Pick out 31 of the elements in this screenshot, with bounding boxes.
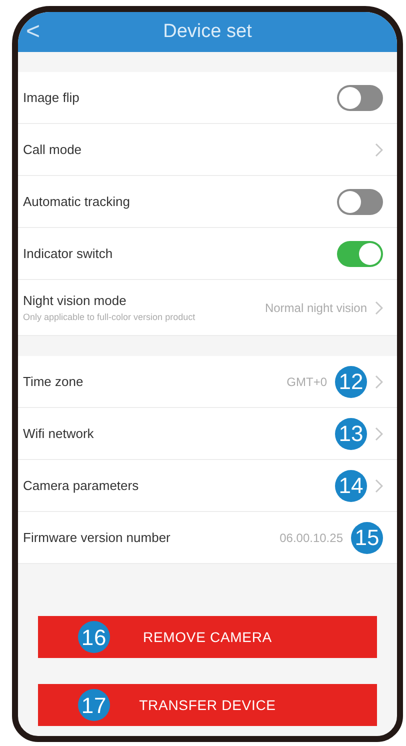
chevron-icon xyxy=(375,426,383,440)
setting-value: Normal night vision xyxy=(264,300,367,316)
action-button[interactable]: 16 REMOVE CAMERA xyxy=(38,616,377,658)
header-title: Device set xyxy=(163,20,252,44)
callout-marker: 13 xyxy=(335,418,367,450)
setting-label: Wifi network xyxy=(23,424,95,443)
chevron-icon xyxy=(375,478,383,492)
setting-label: Firmware version number xyxy=(23,528,172,547)
setting-value: 06.00.10.25 xyxy=(280,530,343,546)
toggle-switch[interactable] xyxy=(337,240,383,266)
setting-value: GMT+0 xyxy=(286,374,327,390)
callout-marker: 16 xyxy=(78,621,110,653)
toggle-switch[interactable] xyxy=(337,84,383,110)
setting-note: Only applicable to full-color version product xyxy=(23,310,196,324)
setting-label: Call mode xyxy=(23,140,83,159)
chevron-icon xyxy=(375,142,383,156)
callout-marker: 15 xyxy=(351,522,383,554)
setting-label: Indicator switch xyxy=(23,244,114,263)
callout-marker: 12 xyxy=(335,366,367,398)
setting-label: Night vision mode xyxy=(23,292,128,310)
back-button[interactable]: < xyxy=(26,14,40,50)
callout-marker: 14 xyxy=(335,470,367,502)
chevron-icon xyxy=(375,374,383,388)
setting-label: Image flip xyxy=(23,88,80,107)
action-button[interactable]: 17 TRANSFER DEVICE xyxy=(38,684,377,726)
chevron-icon xyxy=(375,300,383,314)
setting-label: Camera parameters xyxy=(23,476,140,495)
setting-label: Time zone xyxy=(23,372,84,391)
toggle-switch[interactable] xyxy=(337,188,383,214)
callout-marker: 17 xyxy=(78,689,110,721)
setting-label: Automatic tracking xyxy=(23,192,131,211)
